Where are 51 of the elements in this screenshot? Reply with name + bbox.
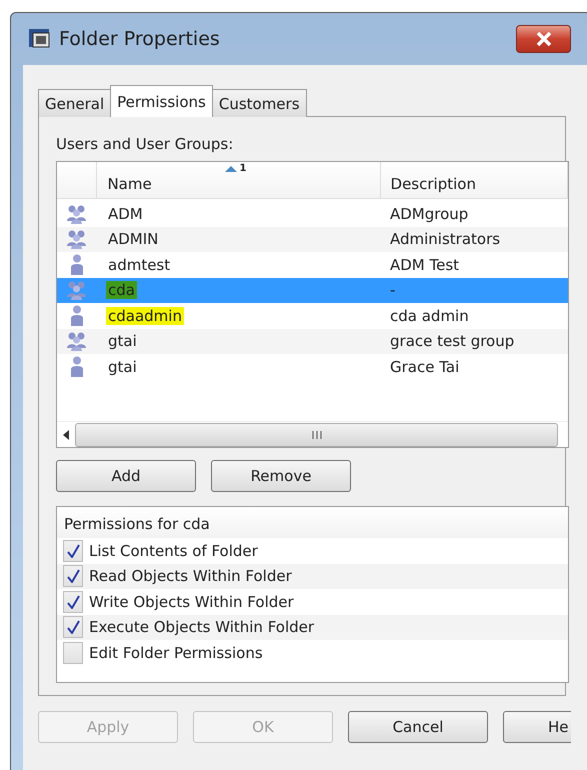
app-icon — [29, 29, 51, 49]
sort-order: 1 — [239, 163, 246, 174]
name-cell-text: ADM — [107, 204, 144, 223]
description-cell-text: grace test group — [389, 332, 514, 350]
permission-label: Execute Objects Within Folder — [89, 618, 314, 636]
description-cell-text: ADM Test — [389, 256, 460, 274]
dialog-button[interactable]: He — [503, 711, 571, 743]
description-cell-text: Administrators — [389, 230, 500, 248]
column-header[interactable]: 1 Name — [97, 162, 381, 198]
checkbox[interactable] — [63, 642, 83, 664]
sort-ascending-icon — [225, 166, 238, 172]
user-group-icon — [66, 204, 88, 224]
description-cell-text: Grace Tai — [389, 358, 460, 376]
list-row[interactable]: ADMIN Administrators — [57, 226, 568, 252]
user-icon — [70, 305, 84, 326]
description-cell-text: - — [389, 281, 396, 300]
name-cell: cda — [106, 281, 137, 300]
tab[interactable]: General — [38, 89, 112, 117]
close-button[interactable] — [516, 25, 571, 53]
list-action-button[interactable]: Add — [56, 460, 196, 492]
name-cell-text: admtest — [107, 256, 172, 274]
name-cell-text: gtai — [107, 358, 138, 376]
list-label: Users and User Groups: — [56, 135, 234, 153]
list-row[interactable]: gtai grace test group — [57, 328, 568, 354]
checkbox[interactable] — [63, 616, 83, 638]
tab[interactable]: Permissions — [110, 85, 213, 117]
permission-label: Read Objects Within Folder — [89, 567, 292, 586]
checkbox[interactable] — [63, 590, 83, 613]
user-group-icon — [66, 280, 88, 300]
checkbox[interactable] — [63, 565, 83, 588]
user-icon — [70, 254, 84, 276]
scroll-left-icon[interactable] — [63, 430, 69, 440]
list-action-button[interactable]: Remove — [211, 460, 351, 492]
user-group-icon — [66, 229, 88, 250]
user-icon — [70, 356, 84, 378]
permission-label: List Contents of Folder — [89, 542, 258, 560]
list-row[interactable]: cda - — [57, 278, 568, 303]
description-cell-text: ADMgroup — [389, 204, 468, 223]
name-cell-text: ADMIN — [107, 230, 160, 248]
permission-label: Write Objects Within Folder — [89, 592, 294, 611]
name-cell-text: gtai — [107, 332, 138, 350]
dialog-button[interactable]: Cancel — [348, 711, 488, 743]
description-cell-text: cda admin — [389, 306, 469, 325]
checkbox[interactable] — [63, 540, 83, 562]
name-cell: cdaadmin — [106, 306, 184, 325]
user-group-icon — [66, 331, 88, 352]
window-title: Folder Properties — [59, 28, 220, 50]
permission-label: Edit Folder Permissions — [89, 644, 263, 662]
close-icon — [534, 31, 552, 47]
column-header[interactable]: Description — [380, 162, 568, 198]
tab[interactable]: Customers — [212, 89, 307, 117]
